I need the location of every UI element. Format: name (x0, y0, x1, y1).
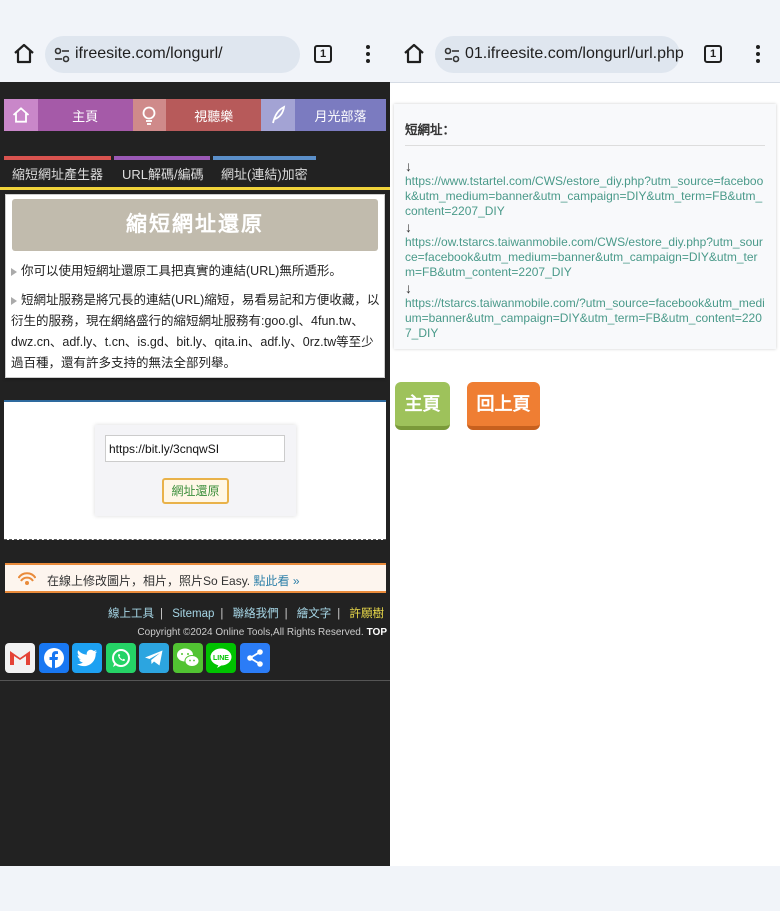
wechat-icon[interactable] (172, 643, 203, 673)
address-bar[interactable]: 01.ifreesite.com/longurl/url.php (435, 36, 684, 73)
tab-shorten-url[interactable]: 縮短網址產生器 (4, 156, 111, 186)
tab-switcher-button[interactable]: 1 (704, 45, 722, 63)
result-label: 短網址： (405, 123, 456, 137)
down-arrow-icon: ↓ (405, 280, 412, 296)
redirect-link[interactable]: https://tstarcs.taiwanmobile.com/?utm_so… (405, 296, 765, 341)
tab-indicator (213, 156, 316, 160)
redirect-link[interactable]: https://ow.tstarcs.taiwanmobile.com/CWS/… (405, 235, 765, 280)
sub-nav: 縮短網址產生器 URL解碼/編碼 網址(連結)加密 (4, 156, 386, 186)
intro-paragraph: 你可以使用短網址還原工具把真實的連結(URL)無所遁形。 (11, 261, 383, 282)
footer-link-tools[interactable]: 線上工具 (108, 608, 154, 620)
intro-card: 縮短網址還原 你可以使用短網址還原工具把真實的連結(URL)無所遁形。 短網址服… (5, 194, 385, 378)
twitter-icon[interactable] (72, 643, 102, 673)
divider (0, 680, 390, 681)
telegram-icon[interactable] (139, 643, 169, 673)
down-arrow-icon: ↓ (405, 158, 412, 174)
promo-link[interactable]: 點此看 » (253, 574, 299, 588)
facebook-icon[interactable] (38, 643, 69, 673)
menu-icon[interactable] (755, 44, 761, 64)
home-icon[interactable] (402, 42, 426, 66)
divider (0, 187, 390, 190)
right-browser-pane: 01.ifreesite.com/longurl/url.php 1 短網址： … (390, 0, 780, 911)
page-title: 縮短網址還原 (12, 199, 378, 251)
line-icon[interactable]: LINE (206, 643, 236, 673)
footer-separator: | (160, 608, 163, 620)
browser-toolbar: ifreesite.com/longurl/ 1 (0, 0, 390, 82)
top-link[interactable]: TOP (367, 627, 387, 638)
footer-separator: | (337, 608, 341, 620)
address-bar[interactable]: ifreesite.com/longurl/ (45, 36, 300, 73)
tab-switcher-button[interactable]: 1 (314, 45, 332, 63)
svg-text:LINE: LINE (213, 655, 229, 662)
down-arrow-icon: ↓ (405, 219, 412, 235)
form-area: 網址還原 (4, 402, 386, 540)
bullet-icon (11, 267, 17, 276)
restore-form: 網址還原 (95, 425, 296, 516)
promo-text: 在線上修改圖片，相片，照片So Easy. 點此看 » (47, 572, 300, 589)
footer-separator: | (284, 608, 288, 620)
restore-url-button[interactable]: 網址還原 (162, 478, 229, 504)
menu-icon[interactable] (365, 44, 371, 64)
divider (405, 145, 765, 146)
url-text: ifreesite.com/longurl/ (75, 45, 223, 62)
footer-links: 線上工具 | Sitemap | 聯絡我們 | 繪文字 | 許願樹 (105, 605, 387, 621)
share-icon[interactable] (239, 643, 270, 673)
page-content: 主頁 視聽樂 月光部落 縮短網址產生器 URL解碼/編碼 網址(連結)加密 縮短… (0, 82, 390, 866)
page-content: 短網址： ↓ https://www.tstartel.com/CWS/esto… (390, 82, 780, 866)
home-icon[interactable] (4, 99, 38, 131)
gmail-icon[interactable] (5, 643, 35, 673)
short-url-input[interactable] (105, 435, 285, 462)
intro-text-1: 你可以使用短網址還原工具把真實的連結(URL)無所遁形。 (21, 264, 342, 278)
share-buttons: LINE (5, 643, 273, 673)
promo-banner: 在線上修改圖片，相片，照片So Easy. 點此看 » (5, 563, 386, 593)
tab-label: 網址(連結)加密 (221, 167, 308, 182)
footer-link-sitemap[interactable]: Sitemap (172, 608, 214, 620)
site-settings-icon[interactable] (53, 46, 71, 64)
result-panel: 短網址： ↓ https://www.tstartel.com/CWS/esto… (394, 104, 776, 349)
nav-item-home[interactable]: 主頁 (37, 99, 133, 131)
nav-item-blog[interactable]: 月光部落 (294, 99, 386, 131)
tab-url-encrypt[interactable]: 網址(連結)加密 (213, 156, 316, 186)
whatsapp-icon[interactable] (105, 643, 136, 673)
home-icon[interactable] (12, 42, 36, 66)
site-settings-icon[interactable] (443, 46, 461, 64)
promo-message: 在線上修改圖片，相片，照片So Easy. (47, 574, 251, 588)
url-text: 01.ifreesite.com/longurl/url.php (465, 45, 684, 62)
bullet-icon (11, 296, 17, 305)
redirect-chain: ↓ https://www.tstartel.com/CWS/estore_di… (405, 158, 765, 341)
top-nav: 主頁 視聽樂 月光部落 (4, 99, 386, 131)
left-browser-pane: ifreesite.com/longurl/ 1 主頁 視聽樂 月光部落 縮短網… (0, 0, 390, 911)
footer-link-wish[interactable]: 許願樹 (350, 608, 385, 620)
browser-toolbar: 01.ifreesite.com/longurl/url.php 1 (390, 0, 780, 82)
tab-indicator (114, 156, 210, 160)
footer-separator: | (220, 608, 224, 620)
feather-icon[interactable] (261, 99, 295, 131)
home-button[interactable]: 主頁 (395, 382, 450, 430)
intro-paragraph: 短網址服務是將冗長的連結(URL)縮短，易看易記和方便收藏，以衍生的服務，現在網… (11, 290, 383, 374)
back-button[interactable]: 回上頁 (467, 382, 540, 430)
tab-url-decode[interactable]: URL解碼/編碼 (114, 156, 210, 186)
tab-label: URL解碼/編碼 (122, 167, 204, 182)
nav-item-media[interactable]: 視聽樂 (166, 99, 262, 131)
tab-indicator (4, 156, 111, 160)
copyright: Copyright ©2024 Online Tools,All Rights … (137, 627, 387, 638)
redirect-link[interactable]: https://www.tstartel.com/CWS/estore_diy.… (405, 174, 765, 219)
tab-label: 縮短網址產生器 (12, 167, 104, 182)
rss-icon (18, 572, 36, 585)
bulb-icon[interactable] (132, 99, 167, 131)
intro-text-2: 短網址服務是將冗長的連結(URL)縮短，易看易記和方便收藏，以衍生的服務，現在網… (11, 293, 380, 370)
copyright-text: Copyright ©2024 Online Tools,All Rights … (137, 627, 364, 638)
footer-link-emoji[interactable]: 繪文字 (297, 608, 332, 620)
footer-link-contact[interactable]: 聯絡我們 (233, 608, 279, 620)
